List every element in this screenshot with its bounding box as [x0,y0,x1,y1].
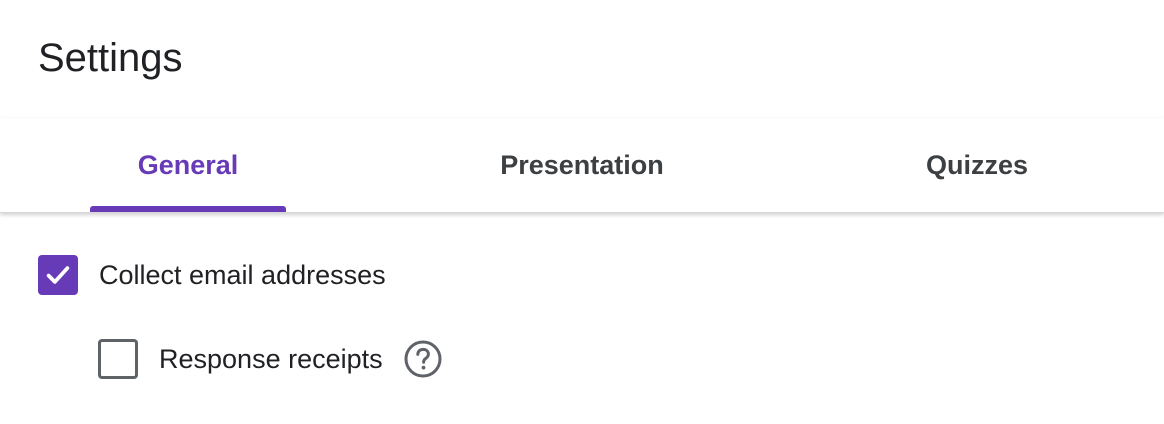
collect-email-checkbox[interactable] [38,255,78,295]
active-tab-indicator [90,206,286,212]
settings-page: Settings General Presentation Quizzes Co… [0,0,1164,424]
tab-presentation[interactable]: Presentation [482,118,682,212]
settings-tabs: General Presentation Quizzes [0,118,1164,213]
collect-email-setting: Collect email addresses [38,254,386,296]
response-receipts-checkbox[interactable] [98,339,138,379]
response-receipts-label: Response receipts [159,344,383,374]
collect-email-label: Collect email addresses [99,260,386,290]
tab-general[interactable]: General [90,118,286,212]
page-title: Settings [38,36,183,80]
check-icon [46,266,70,284]
response-receipts-setting: Response receipts [98,338,443,380]
help-circle-icon[interactable] [403,339,443,379]
tab-quizzes[interactable]: Quizzes [910,118,1044,212]
